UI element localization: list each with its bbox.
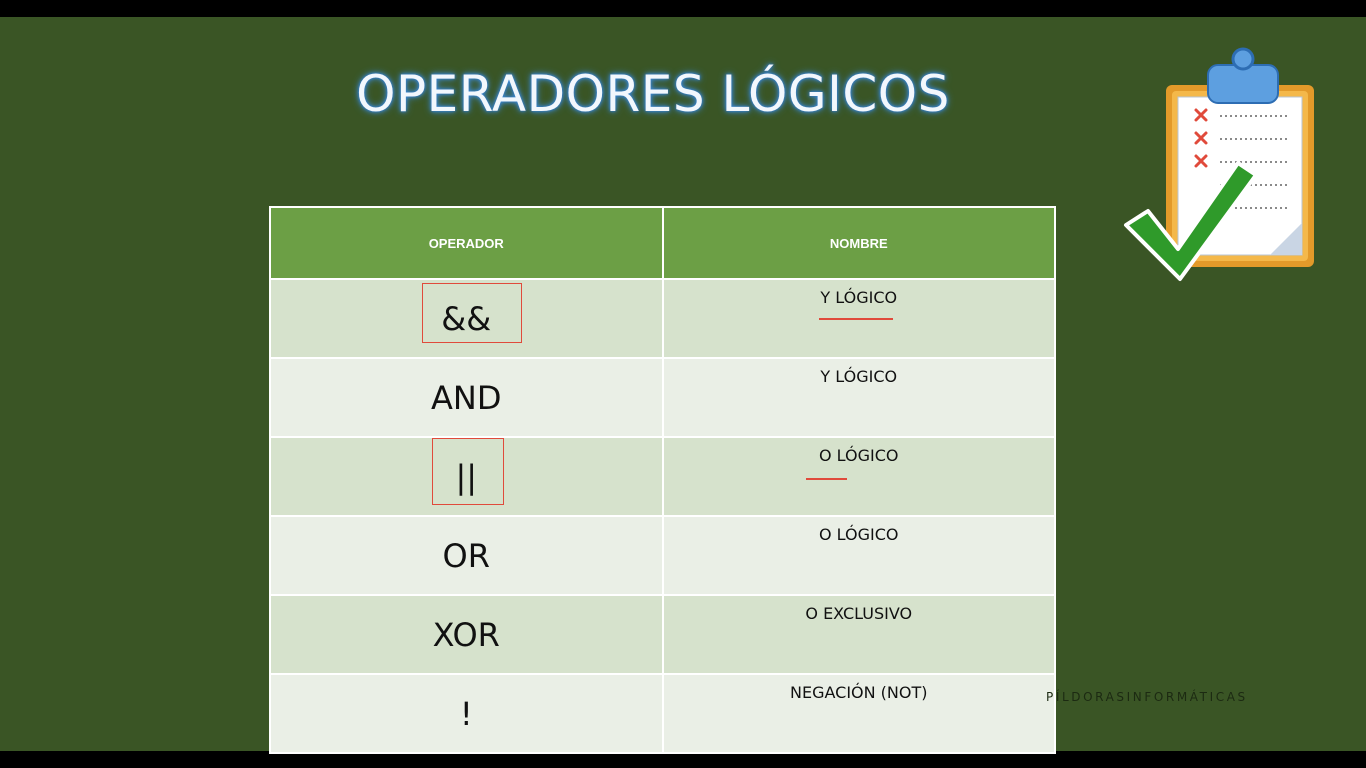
- name-text: NEGACIÓN (NOT): [790, 683, 928, 702]
- table-row: OR O LÓGICO: [269, 515, 1056, 596]
- operator-text: !: [459, 694, 473, 733]
- name-text: Y LÓGICO: [820, 367, 898, 386]
- table-row: ! NEGACIÓN (NOT): [269, 673, 1056, 754]
- name-text: O LÓGICO: [819, 446, 899, 465]
- underline-mark: [805, 478, 847, 480]
- watermark-text: PÍLDORASINFORMÁTICAS: [1046, 690, 1248, 704]
- table-row: AND Y LÓGICO: [269, 357, 1056, 438]
- operator-cell: AND: [269, 357, 664, 438]
- operator-text: OR: [442, 536, 490, 575]
- operator-cell: OR: [269, 515, 664, 596]
- header-operador: OPERADOR: [269, 206, 664, 280]
- slide-canvas: OPERADORES LÓGICOS OPERADOR NOMBRE && Y …: [0, 17, 1366, 754]
- name-cell: O LÓGICO: [661, 515, 1056, 596]
- clipboard-checklist-icon: [1124, 47, 1314, 281]
- table-row: XOR O EXCLUSIVO: [269, 594, 1056, 675]
- operators-table: OPERADOR NOMBRE && Y LÓGICO AND Y LÓGICO…: [269, 206, 1056, 754]
- table-row: && Y LÓGICO: [269, 278, 1056, 359]
- operator-text: AND: [431, 378, 502, 417]
- operator-cell: !: [269, 673, 664, 754]
- name-text: O LÓGICO: [819, 525, 899, 544]
- table-row: || O LÓGICO: [269, 436, 1056, 517]
- name-cell: O EXCLUSIVO: [661, 594, 1056, 675]
- name-cell: Y LÓGICO: [661, 357, 1056, 438]
- operator-cell: XOR: [269, 594, 664, 675]
- operator-cell: ||: [269, 436, 664, 517]
- table-header-row: OPERADOR NOMBRE: [269, 206, 1056, 280]
- name-cell: O LÓGICO: [661, 436, 1056, 517]
- highlight-box: [432, 438, 504, 505]
- highlight-box: [422, 283, 522, 343]
- header-nombre: NOMBRE: [661, 206, 1056, 280]
- name-text: O EXCLUSIVO: [805, 604, 913, 623]
- name-cell: Y LÓGICO: [661, 278, 1056, 359]
- name-cell: NEGACIÓN (NOT): [661, 673, 1056, 754]
- underline-mark: [818, 318, 893, 320]
- name-text: Y LÓGICO: [820, 288, 898, 307]
- operator-cell: &&: [269, 278, 664, 359]
- operator-text: XOR: [432, 615, 500, 654]
